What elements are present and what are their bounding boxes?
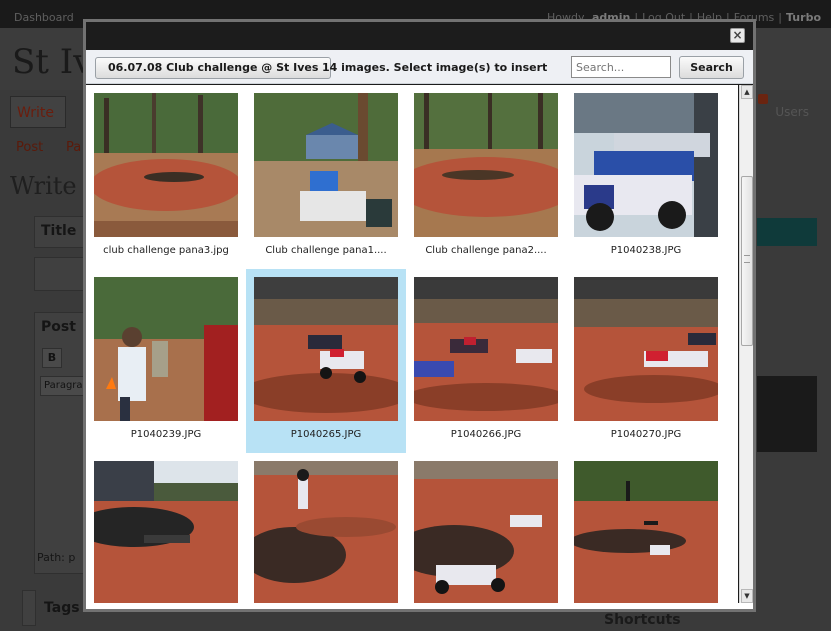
arrow-down-icon[interactable]: ▼ bbox=[741, 589, 753, 603]
image-caption: P1040266.JPG bbox=[450, 429, 522, 440]
write-heading: Write bbox=[10, 172, 77, 200]
thumbnail-image bbox=[574, 277, 718, 421]
site-title[interactable]: St Iv bbox=[12, 42, 92, 82]
gallery-scrollbar[interactable]: ▲ ▼ bbox=[739, 85, 753, 603]
subtab-post[interactable]: Post bbox=[16, 140, 43, 155]
search-button[interactable]: Search bbox=[679, 56, 744, 79]
image-caption: P1040238.JPG bbox=[610, 245, 682, 256]
tags-label: Tags bbox=[44, 600, 80, 616]
image-thumbnail[interactable] bbox=[86, 453, 246, 603]
image-thumbnail[interactable]: Club challenge pana2.... bbox=[406, 85, 566, 269]
image-thumbnail[interactable]: P1040239.JPG bbox=[86, 269, 246, 453]
image-caption: club challenge pana3.jpg bbox=[103, 245, 229, 256]
thumbnail-image bbox=[574, 461, 718, 603]
arrow-up-icon[interactable]: ▲ bbox=[741, 85, 753, 99]
image-thumbnail[interactable]: P1040270.JPG bbox=[566, 269, 726, 453]
image-picker-dialog: × 06.07.08 Club challenge @ St Ives 14 i… bbox=[83, 19, 756, 612]
scrollbar-thumb[interactable] bbox=[741, 176, 753, 346]
close-icon[interactable]: × bbox=[730, 28, 745, 43]
image-thumbnail[interactable] bbox=[406, 453, 566, 603]
grip-icon bbox=[744, 255, 750, 263]
paragraph-select[interactable]: Paragra bbox=[40, 376, 84, 396]
tab-write[interactable]: Write bbox=[10, 96, 66, 128]
dashboard-link[interactable]: Dashboard bbox=[14, 11, 74, 24]
image-thumbnail[interactable]: Club challenge pana1.... bbox=[246, 85, 406, 269]
thumbnail-image bbox=[94, 93, 238, 237]
thumbnail-image bbox=[254, 93, 398, 237]
image-caption: P1040265.JPG bbox=[290, 429, 362, 440]
image-caption: P1040270.JPG bbox=[610, 429, 682, 440]
turbo-link[interactable]: Turbo bbox=[786, 11, 821, 24]
image-thumbnail[interactable] bbox=[246, 453, 406, 603]
editor-path: Path: p bbox=[37, 551, 76, 564]
title-input[interactable] bbox=[34, 257, 84, 291]
dialog-toolbar: 06.07.08 Club challenge @ St Ives 14 ima… bbox=[86, 50, 753, 84]
subtab-page[interactable]: Pa bbox=[66, 140, 81, 155]
thumbnail-image bbox=[254, 461, 398, 603]
image-thumbnail-selected[interactable]: P1040265.JPG bbox=[246, 269, 406, 453]
dialog-footer bbox=[86, 603, 753, 609]
image-thumbnail[interactable]: P1040238.JPG bbox=[566, 85, 726, 269]
thumbnail-image bbox=[254, 277, 398, 421]
image-thumbnail[interactable]: P1040266.JPG bbox=[406, 269, 566, 453]
comment-badge-icon bbox=[758, 94, 768, 104]
thumbnail-image bbox=[414, 277, 558, 421]
bold-button[interactable]: B bbox=[42, 348, 62, 368]
tab-users[interactable]: Users bbox=[775, 105, 809, 119]
image-gallery: club challenge pana3.jpg Club challenge … bbox=[86, 85, 738, 603]
shortcuts-label: Shortcuts bbox=[604, 612, 681, 628]
sidebar-panel bbox=[757, 376, 817, 452]
thumbnail-image bbox=[574, 93, 718, 237]
image-thumbnail[interactable]: club challenge pana3.jpg bbox=[86, 85, 246, 269]
thumbnail-image bbox=[414, 93, 558, 237]
image-caption: Club challenge pana2.... bbox=[425, 245, 547, 256]
image-caption: P1040239.JPG bbox=[130, 429, 202, 440]
publish-header bbox=[757, 218, 817, 246]
thumbnail-image bbox=[414, 461, 558, 603]
thumbnail-image bbox=[94, 461, 238, 603]
search-input[interactable] bbox=[571, 56, 671, 78]
separator: | bbox=[778, 11, 783, 24]
tags-toggle[interactable] bbox=[22, 590, 36, 626]
title-label: Title bbox=[41, 223, 77, 239]
image-count-status: 14 images. Select image(s) to insert bbox=[322, 61, 548, 74]
post-label: Post bbox=[41, 319, 76, 335]
album-button[interactable]: 06.07.08 Club challenge @ St Ives bbox=[95, 57, 332, 79]
image-caption: Club challenge pana1.... bbox=[265, 245, 387, 256]
thumbnail-image bbox=[94, 277, 238, 421]
image-thumbnail[interactable] bbox=[566, 453, 726, 603]
